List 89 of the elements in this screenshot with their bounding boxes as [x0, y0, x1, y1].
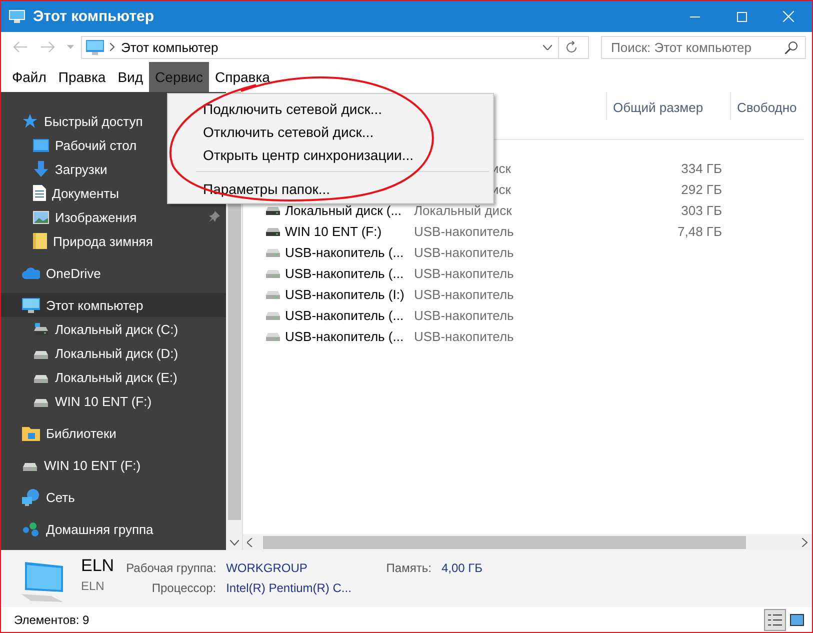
- sidebar-item[interactable]: WIN 10 ENT (F:): [1, 453, 226, 477]
- computer-name: ELN: [81, 556, 114, 576]
- property-value: Intel(R) Pentium(R) C...: [226, 581, 352, 595]
- drive-name: USB-накопитель (...: [285, 266, 405, 281]
- homegroup-icon: [22, 522, 40, 536]
- computer-icon: [9, 10, 25, 23]
- drive-name: USB-накопитель (I:): [285, 287, 406, 302]
- system-drive-icon: [33, 323, 49, 335]
- chevron-icon: [110, 43, 115, 51]
- scroll-left-icon: [247, 538, 253, 546]
- scroll-down-icon: [230, 540, 238, 546]
- drive-type: Локальный диск: [414, 203, 513, 218]
- computer-icon: [22, 298, 40, 312]
- drive-row[interactable]: USB-накопитель (... USB-накопитель: [243, 242, 812, 263]
- drive-name: USB-накопитель (...: [285, 245, 405, 260]
- drive-size: 7,48 ГБ: [676, 224, 722, 239]
- property-label: Память:: [385, 561, 432, 575]
- drive-row[interactable]: USB-накопитель (... USB-накопитель: [243, 263, 812, 284]
- sidebar-item[interactable]: Локальный диск (D:): [1, 341, 226, 365]
- search-field[interactable]: Поиск: Этот компьютер: [601, 36, 806, 58]
- drive-name: USB-накопитель (...: [285, 308, 405, 323]
- menu-item[interactable]: Файл: [6, 62, 52, 92]
- forward-arrow-icon: [41, 41, 55, 53]
- drive-size: 303 ГБ: [680, 203, 722, 218]
- document-icon: [33, 185, 46, 201]
- folder-icon: [33, 233, 47, 249]
- drive-row[interactable]: USB-накопитель (... USB-накопитель: [243, 326, 812, 347]
- sidebar-item[interactable]: Локальный диск (C:): [1, 317, 226, 341]
- menu-option[interactable]: Подключить сетевой диск...: [170, 97, 491, 120]
- computer-icon: [86, 40, 104, 54]
- desktop-icon: [33, 138, 49, 152]
- column-header[interactable]: Свободно: [730, 92, 804, 120]
- address-field[interactable]: Этот компьютер: [81, 36, 589, 58]
- property-label: Рабочая группа:: [126, 561, 216, 575]
- dropdown-icon: [543, 44, 552, 50]
- star-icon: [22, 113, 38, 129]
- image-icon: [33, 210, 49, 224]
- refresh-icon: [565, 40, 578, 54]
- drive-size: 292 ГБ: [680, 182, 722, 197]
- sidebar-item[interactable]: Природа зимняя: [1, 229, 226, 253]
- menu-option[interactable]: Отключить сетевой диск...: [170, 120, 491, 143]
- drive-name: WIN 10 ENT (F:): [285, 224, 383, 239]
- drive-type: USB-накопитель: [414, 308, 515, 323]
- item-count: Элементов: 9: [14, 612, 90, 626]
- close-icon: [783, 11, 794, 22]
- drive-name: USB-накопитель (...: [285, 329, 405, 344]
- drive-size: 334 ГБ: [680, 161, 722, 176]
- sidebar-item[interactable]: Локальный диск (E:): [1, 365, 226, 389]
- list-icon: [768, 614, 782, 626]
- drive-type: USB-накопитель: [414, 245, 515, 260]
- scroll-right-icon: [802, 538, 808, 546]
- window-title: Этот компьютер: [33, 8, 156, 25]
- details-view-button[interactable]: [764, 608, 786, 630]
- back-arrow-icon: [13, 41, 27, 53]
- cloud-icon: [22, 267, 40, 279]
- horizontal-scrollbar[interactable]: [243, 534, 812, 550]
- sidebar-item[interactable]: Этот компьютер: [1, 293, 226, 317]
- property-value: 4,00 ГБ: [441, 561, 482, 575]
- drive-row[interactable]: Локальный диск (... Локальный диск 303 ГБ: [243, 200, 812, 221]
- menu-item[interactable]: Правка: [52, 62, 112, 92]
- drive-type: USB-накопитель: [414, 287, 515, 302]
- sidebar-item[interactable]: WIN 10 ENT (F:): [1, 389, 226, 413]
- maximize-icon: [736, 12, 746, 22]
- property-label: Процессор:: [150, 581, 216, 595]
- download-icon: [33, 161, 49, 177]
- sidebar-item[interactable]: Сеть: [1, 485, 226, 509]
- drive-type: USB-накопитель: [414, 224, 515, 239]
- drive-name: Локальный диск (...: [285, 203, 403, 218]
- drive-row[interactable]: USB-накопитель (I:) USB-накопитель: [243, 284, 812, 305]
- caret-icon: [66, 45, 74, 49]
- column-header[interactable]: Общий размер: [606, 92, 730, 120]
- search-icon: [785, 40, 798, 54]
- scrollbar-thumb[interactable]: [263, 536, 746, 548]
- drive-type: USB-накопитель: [414, 266, 515, 281]
- menu-option[interactable]: Открыть центр синхронизации...: [170, 143, 491, 166]
- sidebar-item[interactable]: OneDrive: [1, 261, 226, 285]
- computer-subtitle: ELN: [81, 579, 106, 593]
- sidebar-item[interactable]: Домашняя группа: [1, 517, 226, 541]
- drive-row[interactable]: USB-накопитель (... USB-накопитель: [243, 305, 812, 326]
- network-icon: [22, 488, 40, 506]
- sidebar-item[interactable]: Библиотеки: [1, 421, 226, 445]
- drive-type: USB-накопитель: [414, 329, 515, 344]
- drive-row[interactable]: WIN 10 ENT (F:) USB-накопитель 7,48 ГБ: [243, 221, 812, 242]
- thumbnail-icon: [790, 614, 804, 626]
- property-value: WORKGROUP: [226, 561, 308, 575]
- library-icon: [22, 425, 40, 441]
- menu-item[interactable]: Вид: [112, 62, 150, 92]
- menu-item[interactable]: Справка: [209, 62, 276, 92]
- sidebar-item[interactable]: Изображения: [1, 205, 226, 229]
